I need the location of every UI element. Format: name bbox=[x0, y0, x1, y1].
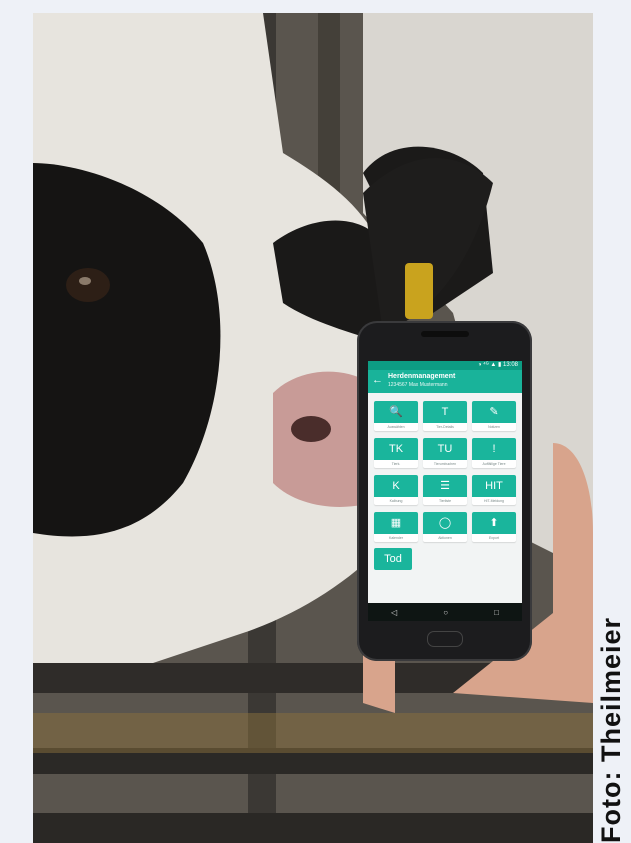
tile-caption: Tier-Details bbox=[436, 425, 454, 429]
tile-k[interactable]: K Kalbung bbox=[374, 475, 418, 505]
list-icon: ☰ bbox=[423, 475, 467, 497]
tile-tk[interactable]: TK Tierk. bbox=[374, 438, 418, 468]
nav-home-icon[interactable]: ○ bbox=[443, 608, 448, 617]
app-bar: ← Herdenmanagement 1234567 Max Musterman… bbox=[368, 370, 522, 393]
tile-calendar[interactable]: ▦ Kalender bbox=[374, 512, 418, 542]
phone-home-button bbox=[427, 631, 463, 647]
tile-caption: Kalbung bbox=[389, 499, 403, 503]
tile-hit[interactable]: HIT HIT-Meldung bbox=[472, 475, 516, 505]
tile-label: HIT bbox=[472, 475, 516, 497]
phone-speaker bbox=[421, 331, 469, 337]
android-nav-bar: ◁ ○ □ bbox=[368, 603, 522, 621]
tile-list[interactable]: ☰ Tierliste bbox=[423, 475, 467, 505]
tile-caption: Auffällige Tiere bbox=[482, 462, 506, 466]
tile-label: K bbox=[374, 475, 418, 497]
tile-label: TK bbox=[374, 438, 418, 460]
upload-icon: ⬆ bbox=[472, 512, 516, 534]
circle-icon: ◯ bbox=[423, 512, 467, 534]
tile-circle[interactable]: ◯ Aktionen bbox=[423, 512, 467, 542]
tile-caption: Aktionen bbox=[438, 536, 452, 540]
phone-screen: ◑ ⁴ᴳ ▲ ▮ 13:08 ← Herdenmanagement 123456… bbox=[368, 361, 522, 621]
tile-caption: Tierliste bbox=[438, 499, 452, 503]
action-grid: 🔍 Auswählen T Tier-Details ✎ Notizen TK Tier… bbox=[374, 401, 516, 542]
tod-button[interactable]: Tod bbox=[374, 548, 412, 570]
tile-search[interactable]: 🔍 Auswählen bbox=[374, 401, 418, 431]
tile-tu[interactable]: TU Tierumbuchen bbox=[423, 438, 467, 468]
tile-caption: Tierumbuchen bbox=[433, 462, 457, 466]
tile-caption: HIT-Meldung bbox=[483, 499, 505, 503]
calendar-icon: ▦ bbox=[374, 512, 418, 534]
tile-label: T bbox=[423, 401, 467, 423]
tile-caption: Tierk. bbox=[391, 462, 401, 466]
photo-credit: Foto: Theilmeier bbox=[596, 616, 626, 843]
tile-t[interactable]: T Tier-Details bbox=[423, 401, 467, 431]
smartphone: ◑ ⁴ᴳ ▲ ▮ 13:08 ← Herdenmanagement 123456… bbox=[357, 321, 532, 661]
tile-label: TU bbox=[423, 438, 467, 460]
tile-upload[interactable]: ⬆ Export bbox=[472, 512, 516, 542]
tile-caption: Auswählen bbox=[387, 425, 405, 429]
app-subtitle: 1234567 Max Mustermann bbox=[388, 382, 448, 388]
nav-recent-icon[interactable]: □ bbox=[494, 608, 499, 617]
tile-alert[interactable]: ! Auffällige Tiere bbox=[472, 438, 516, 468]
tile-caption: Kalender bbox=[388, 536, 403, 540]
pen-icon: ✎ bbox=[472, 401, 516, 423]
tile-notes[interactable]: ✎ Notizen bbox=[472, 401, 516, 431]
tile-caption: Notizen bbox=[488, 425, 500, 429]
search-icon: 🔍 bbox=[374, 401, 418, 423]
tile-caption: Export bbox=[488, 536, 500, 540]
app-title: Herdenmanagement bbox=[388, 373, 456, 380]
alert-icon: ! bbox=[472, 438, 516, 460]
nav-back-icon[interactable]: ◁ bbox=[391, 608, 397, 617]
arrow-left-icon[interactable]: ← bbox=[372, 375, 383, 386]
status-bar: ◑ ⁴ᴳ ▲ ▮ 13:08 bbox=[368, 361, 522, 370]
